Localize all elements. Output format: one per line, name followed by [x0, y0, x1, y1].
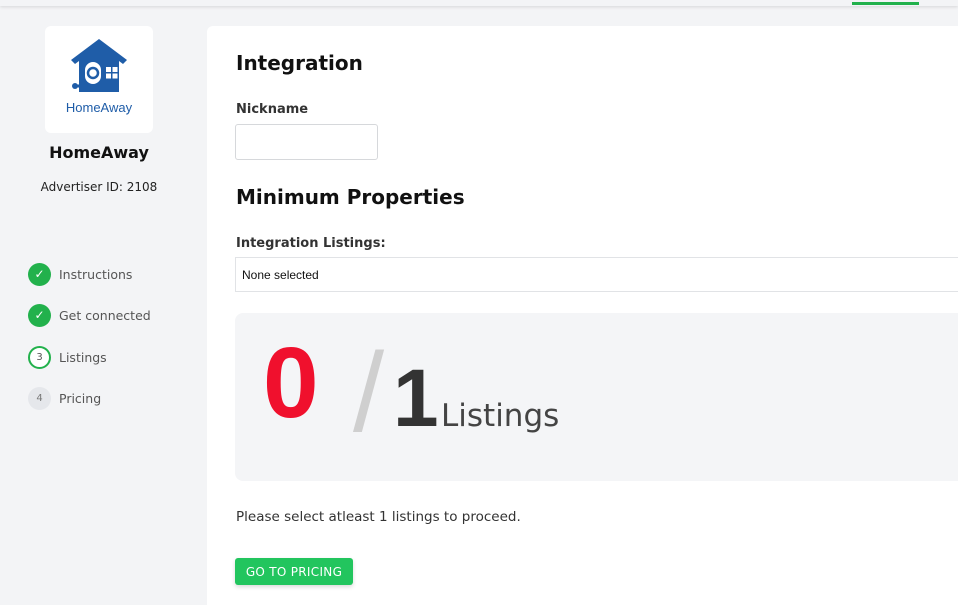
step-pricing[interactable]: 4 Pricing — [28, 386, 102, 410]
selected-count: 0 — [263, 327, 319, 439]
step-listings[interactable]: 3 Listings — [28, 345, 107, 369]
step-number: 3 — [28, 345, 51, 369]
brand-logo-card: HomeAway — [45, 26, 153, 133]
step-instructions[interactable]: ✓ Instructions — [28, 262, 133, 286]
integration-listings-label: Integration Listings: — [236, 236, 386, 251]
logo-wordmark: HomeAway — [65, 100, 133, 115]
step-get-connected[interactable]: ✓ Get connected — [28, 303, 151, 327]
integration-listings-select[interactable]: None selected — [235, 257, 958, 292]
count-divider: / — [353, 330, 385, 455]
active-tab-indicator — [852, 2, 919, 5]
homeaway-house-icon — [71, 39, 127, 92]
sidebar: HomeAway HomeAway Advertiser ID: 2108 ✓ … — [0, 6, 206, 605]
go-to-pricing-button[interactable]: GO TO PRICING — [235, 558, 353, 585]
step-check-icon: ✓ — [28, 303, 51, 327]
listings-count-panel: 0 / 1 Listings — [235, 313, 958, 481]
step-check-icon: ✓ — [28, 262, 51, 286]
brand-name: HomeAway — [49, 143, 149, 162]
count-unit-label: Listings — [441, 398, 560, 434]
advertiser-id: Advertiser ID: 2108 — [40, 180, 158, 194]
helper-text: Please select atleast 1 listings to proc… — [236, 509, 521, 525]
required-count: 1 — [393, 353, 439, 444]
step-label: Get connected — [59, 307, 151, 323]
step-number: 4 — [28, 386, 51, 410]
step-label: Listings — [59, 349, 107, 365]
step-label: Pricing — [59, 390, 102, 406]
main-panel: Integration Nickname Minimum Properties … — [207, 26, 958, 605]
nickname-label: Nickname — [236, 102, 309, 117]
nickname-input[interactable] — [235, 124, 378, 160]
step-label: Instructions — [59, 266, 133, 282]
integration-title: Integration — [236, 51, 363, 75]
minimum-properties-title: Minimum Properties — [236, 185, 465, 209]
